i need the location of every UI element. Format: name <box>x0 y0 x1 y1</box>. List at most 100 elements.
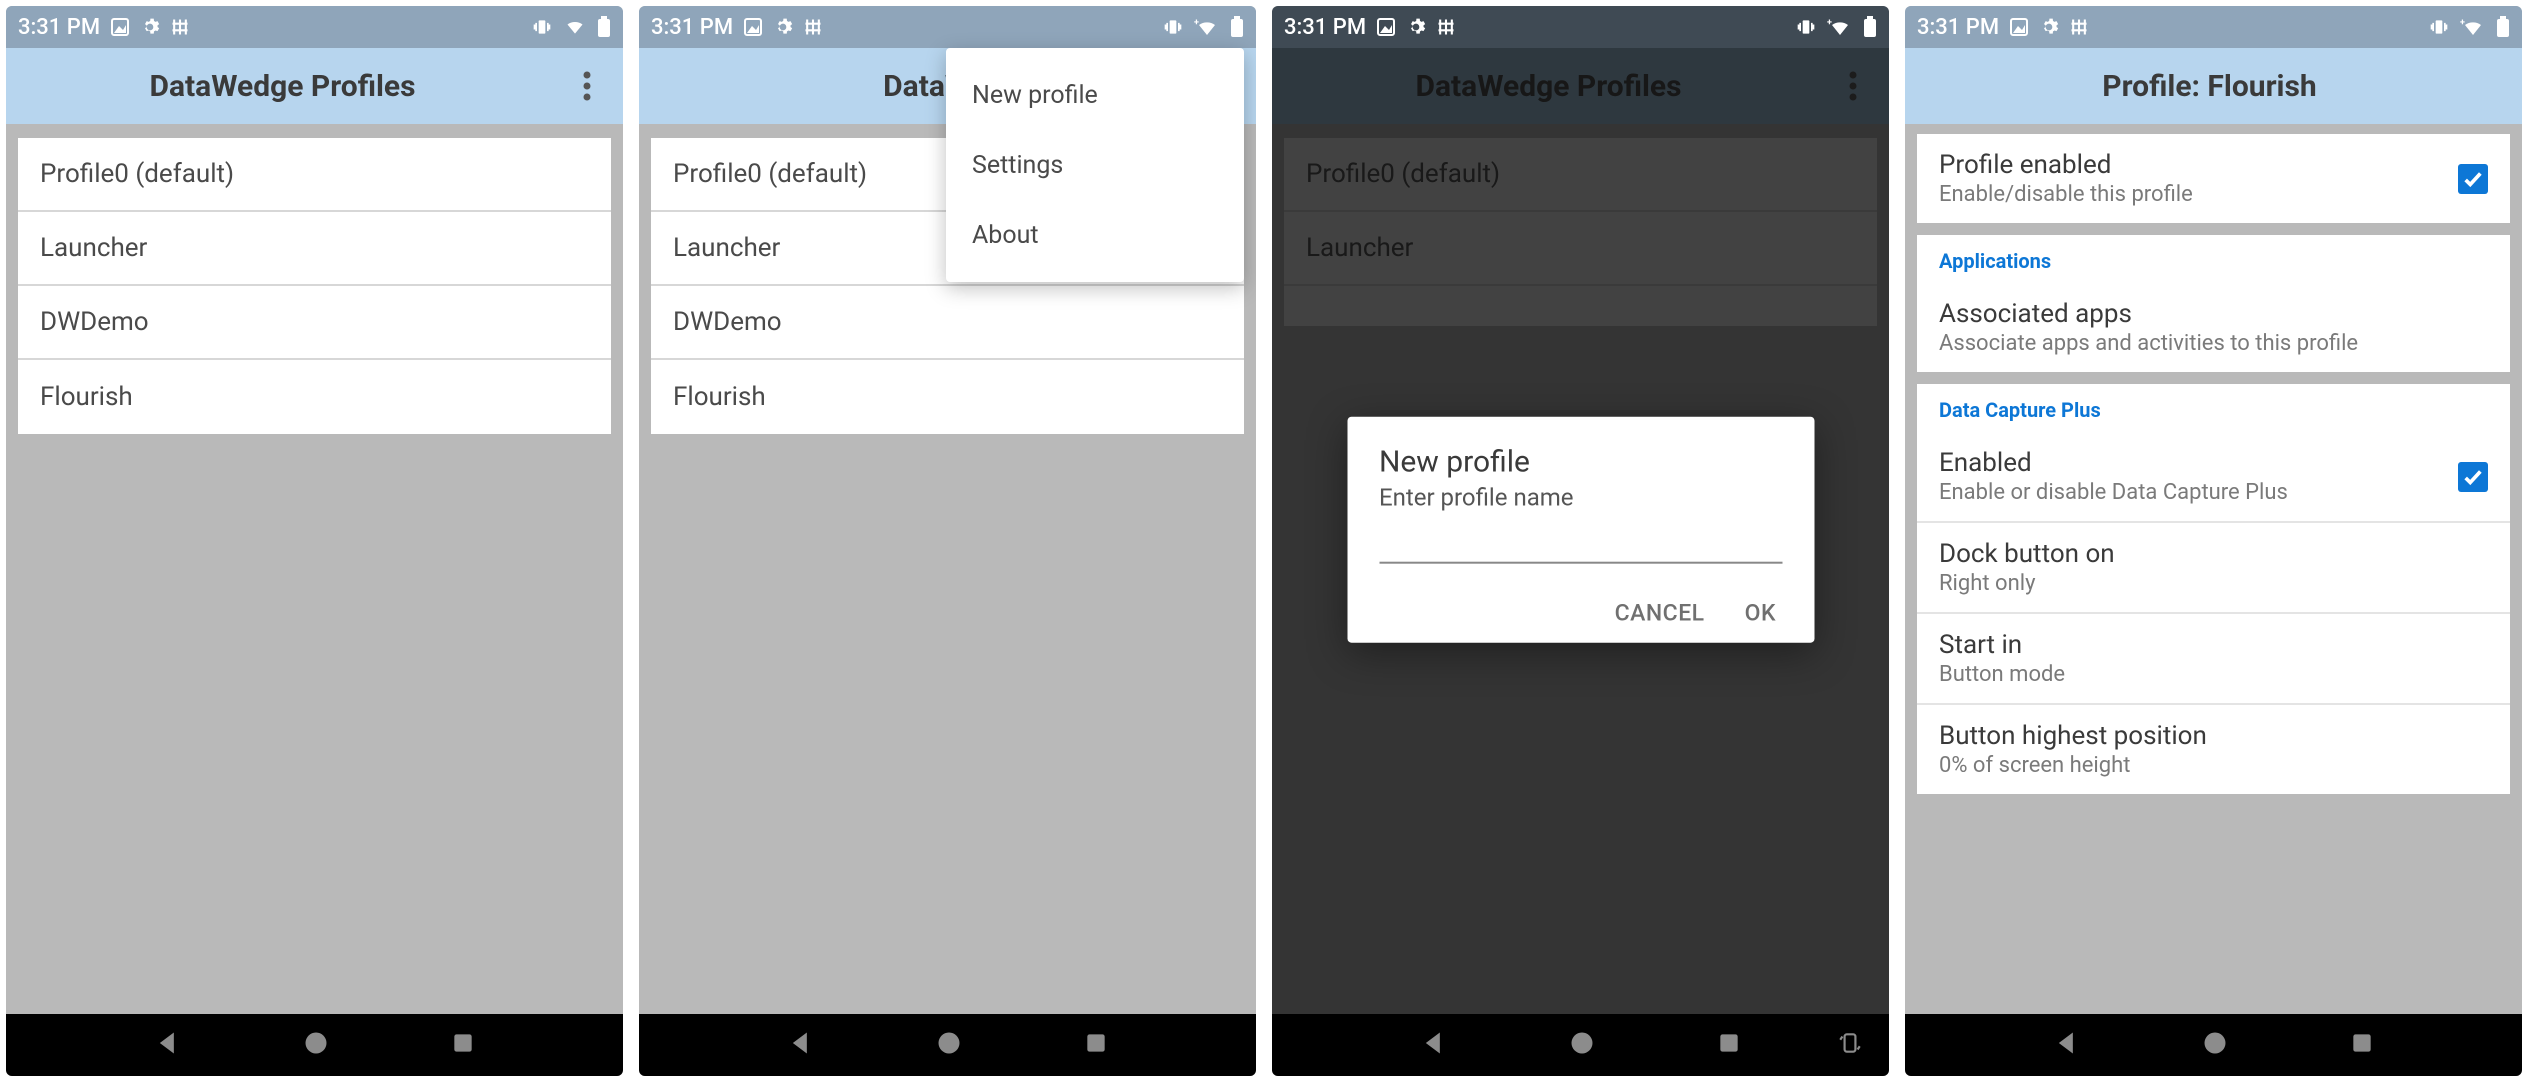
recent-icon[interactable] <box>1716 1030 1742 1060</box>
picture-icon <box>1376 17 1396 37</box>
battery-icon <box>1230 16 1244 38</box>
setting-title: Start in <box>1939 630 2488 660</box>
device-2: 3:31 PM + DataWed Profile0 (default) Lau… <box>639 6 1256 1076</box>
setting-title: Button highest position <box>1939 721 2488 751</box>
device-3: 3:31 PM + DataWedge Profiles Profile0 (d… <box>1272 6 1889 1076</box>
menu-item-about[interactable]: About <box>946 200 1244 270</box>
home-icon[interactable] <box>935 1029 963 1061</box>
setting-sub: Enable or disable Data Capture Plus <box>1939 480 2442 505</box>
overflow-menu-button[interactable] <box>559 58 615 114</box>
svg-text:+: + <box>1827 18 1832 28</box>
vibrate-icon <box>1162 17 1184 37</box>
ok-button[interactable]: OK <box>1745 600 1776 627</box>
status-bar: 3:31 PM + <box>639 6 1256 48</box>
wifi-vpn-icon: + <box>1194 17 1220 37</box>
gear-icon <box>140 17 160 37</box>
battery-icon <box>2496 16 2510 38</box>
gear-icon <box>1406 17 1426 37</box>
battery-icon <box>597 16 611 38</box>
device-4: 3:31 PM + Profile: Flourish Profile enab… <box>1905 6 2522 1076</box>
vibrate-icon <box>1795 17 1817 37</box>
profile-item[interactable]: Flourish <box>651 360 1244 434</box>
setting-title: Associated apps <box>1939 299 2488 329</box>
applications-card: Applications Associated apps Associate a… <box>1917 235 2510 372</box>
recent-icon[interactable] <box>450 1030 476 1060</box>
hash-icon <box>1436 17 1456 37</box>
profile-item[interactable]: DWDemo <box>651 286 1244 360</box>
profile-item[interactable]: Launcher <box>18 212 611 286</box>
back-icon[interactable] <box>787 1029 815 1061</box>
wifi-vpn-icon: + <box>2460 17 2486 37</box>
vibrate-icon <box>531 17 553 37</box>
svg-text:+: + <box>1194 18 1199 28</box>
dialog-title: New profile <box>1379 445 1782 480</box>
device-1: 3:31 PM DataWedge Profiles Profile0 (def… <box>6 6 623 1076</box>
nav-bar <box>1272 1014 1889 1076</box>
gear-icon <box>2039 17 2059 37</box>
dcp-enabled-row[interactable]: Enabled Enable or disable Data Capture P… <box>1917 432 2510 523</box>
profile-item[interactable]: DWDemo <box>18 286 611 360</box>
status-time: 3:31 PM <box>1284 15 1366 40</box>
profile-enabled-checkbox[interactable] <box>2458 164 2488 194</box>
back-icon[interactable] <box>1420 1029 1448 1061</box>
content-area: Profile0 (default) Launcher DWDemo Flour… <box>6 124 623 1014</box>
profile-enabled-card: Profile enabled Enable/disable this prof… <box>1917 134 2510 223</box>
status-time: 3:31 PM <box>1917 15 1999 40</box>
hash-icon <box>170 17 190 37</box>
hash-icon <box>2069 17 2089 37</box>
status-time: 3:31 PM <box>18 15 100 40</box>
setting-sub: Associate apps and activities to this pr… <box>1939 331 2488 356</box>
setting-sub: 0% of screen height <box>1939 753 2488 778</box>
overflow-menu-popup: New profile Settings About <box>946 48 1244 282</box>
section-header-dcp: Data Capture Plus <box>1917 384 2510 432</box>
cancel-button[interactable]: CANCEL <box>1615 600 1705 627</box>
profile-item[interactable]: Flourish <box>18 360 611 434</box>
profile-enabled-row[interactable]: Profile enabled Enable/disable this prof… <box>1917 134 2510 223</box>
recent-icon[interactable] <box>2349 1030 2375 1060</box>
profiles-list: Profile0 (default) Launcher DWDemo Flour… <box>18 138 611 434</box>
content-area: Profile enabled Enable/disable this prof… <box>1905 124 2522 1014</box>
nav-bar <box>639 1014 1256 1076</box>
status-time: 3:31 PM <box>651 15 733 40</box>
recent-icon[interactable] <box>1083 1030 1109 1060</box>
menu-item-new-profile[interactable]: New profile <box>946 60 1244 130</box>
picture-icon <box>2009 17 2029 37</box>
dock-button-row[interactable]: Dock button on Right only <box>1917 523 2510 614</box>
start-in-row[interactable]: Start in Button mode <box>1917 614 2510 705</box>
wifi-icon <box>563 17 587 37</box>
setting-sub: Enable/disable this profile <box>1939 182 2442 207</box>
home-icon[interactable] <box>2201 1029 2229 1061</box>
vibrate-icon <box>2428 17 2450 37</box>
wifi-vpn-icon: + <box>1827 17 1853 37</box>
profile-name-input[interactable] <box>1379 562 1782 564</box>
profile-item[interactable]: Profile0 (default) <box>18 138 611 212</box>
dialog-subtitle: Enter profile name <box>1379 484 1782 512</box>
setting-sub: Right only <box>1939 571 2488 596</box>
setting-title: Enabled <box>1939 448 2442 478</box>
setting-title: Profile enabled <box>1939 150 2442 180</box>
app-bar-title: DataWedge Profiles <box>6 69 559 104</box>
rotate-icon[interactable] <box>1837 1030 1863 1060</box>
home-icon[interactable] <box>1568 1029 1596 1061</box>
section-header-applications: Applications <box>1917 235 2510 283</box>
menu-item-settings[interactable]: Settings <box>946 130 1244 200</box>
back-icon[interactable] <box>154 1029 182 1061</box>
picture-icon <box>110 17 130 37</box>
gear-icon <box>773 17 793 37</box>
dcp-card: Data Capture Plus Enabled Enable or disa… <box>1917 384 2510 794</box>
dcp-enabled-checkbox[interactable] <box>2458 462 2488 492</box>
picture-icon <box>743 17 763 37</box>
new-profile-dialog: New profile Enter profile name CANCEL OK <box>1347 417 1814 643</box>
highest-position-row[interactable]: Button highest position 0% of screen hei… <box>1917 705 2510 794</box>
status-bar: 3:31 PM <box>6 6 623 48</box>
battery-icon <box>1863 16 1877 38</box>
setting-title: Dock button on <box>1939 539 2488 569</box>
hash-icon <box>803 17 823 37</box>
app-bar: DataWedge Profiles <box>6 48 623 124</box>
setting-sub: Button mode <box>1939 662 2488 687</box>
associated-apps-row[interactable]: Associated apps Associate apps and activ… <box>1917 283 2510 372</box>
back-icon[interactable] <box>2053 1029 2081 1061</box>
app-bar-title: Profile: Flourish <box>1905 69 2514 104</box>
home-icon[interactable] <box>302 1029 330 1061</box>
status-bar: 3:31 PM + <box>1905 6 2522 48</box>
